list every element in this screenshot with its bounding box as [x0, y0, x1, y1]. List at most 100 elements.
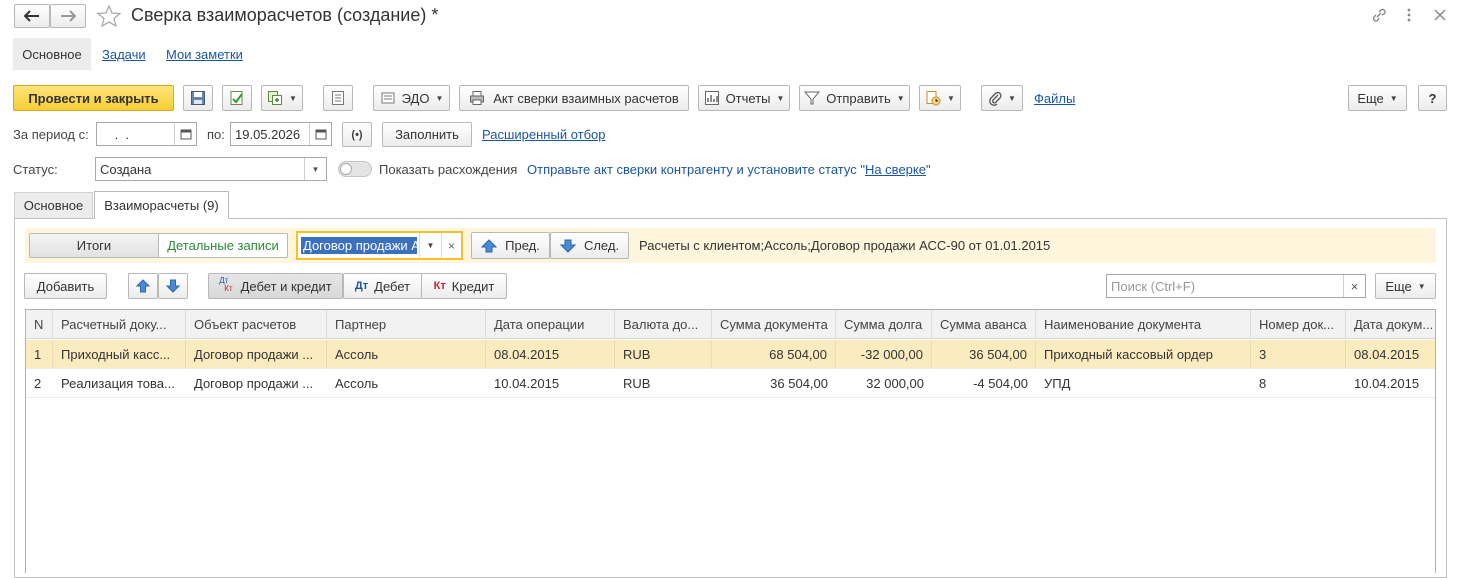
- column-header[interactable]: Партнер: [327, 310, 486, 339]
- table-cell: 08.04.2015: [1346, 340, 1435, 369]
- form-tab-main[interactable]: Основное: [14, 192, 93, 218]
- extended-filter-link[interactable]: Расширенный отбор: [482, 127, 606, 142]
- document-clock-icon: [926, 91, 941, 106]
- column-header[interactable]: Сумма аванса: [932, 310, 1036, 339]
- calendar-icon[interactable]: [309, 123, 331, 145]
- send-button[interactable]: Отправить ▼: [799, 85, 910, 111]
- column-header[interactable]: Дата операции: [486, 310, 615, 339]
- form-tab-settlements[interactable]: Взаиморасчеты (9): [94, 191, 229, 219]
- column-header[interactable]: N: [26, 310, 53, 339]
- move-down-button[interactable]: [158, 273, 188, 299]
- table-cell: 3: [1251, 340, 1346, 369]
- create-based-on-button[interactable]: ▼: [261, 85, 303, 111]
- back-button[interactable]: [14, 4, 50, 28]
- reports-button[interactable]: Отчеты ▼: [698, 85, 790, 111]
- close-icon[interactable]: [1434, 9, 1446, 21]
- period-select-button[interactable]: (•): [342, 122, 372, 147]
- arrow-right-icon: [61, 10, 76, 22]
- debit-credit-icon: Дт Кт: [219, 277, 232, 293]
- table-row[interactable]: 2 Реализация това... Договор продажи ... Ас…: [26, 369, 1435, 398]
- period-to-label: по:: [207, 127, 225, 142]
- search-input[interactable]: Поиск (Ctrl+F) ×: [1106, 274, 1366, 298]
- table-cell: 1: [26, 340, 53, 369]
- fill-button[interactable]: Заполнить: [382, 122, 472, 147]
- kt-abbr: Кт: [224, 284, 233, 293]
- window-menu-icon[interactable]: [1406, 7, 1412, 23]
- table-cell: УПД: [1044, 376, 1071, 391]
- attach-button[interactable]: ▼: [981, 85, 1023, 111]
- contract-select[interactable]: Договор продажи А ▼ ×: [296, 231, 463, 260]
- bookmark-button[interactable]: ▼: [919, 85, 961, 111]
- next-button[interactable]: След.: [550, 232, 629, 259]
- edo-button[interactable]: ЭДО ▼: [373, 85, 450, 111]
- nav-tab-main[interactable]: Основное: [13, 38, 91, 70]
- credit-button[interactable]: Кт Кредит: [421, 273, 507, 299]
- mode-totals-button[interactable]: Итоги: [30, 234, 159, 257]
- table-cell: RUB: [615, 340, 712, 369]
- column-header[interactable]: Номер док...: [1251, 310, 1346, 339]
- column-header[interactable]: Сумма долга: [836, 310, 932, 339]
- credit-label: Кредит: [451, 278, 495, 294]
- list-more-label: Еще: [1385, 278, 1412, 294]
- prev-button[interactable]: Пред.: [471, 232, 550, 259]
- settlements-table[interactable]: N Расчетный доку... Объект расчетов Партнер…: [25, 309, 1436, 573]
- list-more-button[interactable]: Еще ▼: [1375, 273, 1436, 299]
- add-button[interactable]: Добавить: [24, 273, 107, 299]
- edo-label: ЭДО: [401, 90, 430, 106]
- debit-button[interactable]: Дт Дебет: [343, 273, 422, 299]
- calendar-icon[interactable]: [174, 123, 196, 145]
- send-label: Отправить: [826, 90, 891, 106]
- post-and-close-button[interactable]: Провести и закрыть: [13, 85, 174, 111]
- favorite-star-icon[interactable]: [97, 5, 121, 27]
- table-header: N Расчетный доку... Объект расчетов Партнер…: [26, 310, 1435, 339]
- table-cell: Реализация това...: [61, 376, 175, 391]
- contract-value: Договор продажи А: [301, 237, 417, 254]
- period-from-field[interactable]: . .: [96, 122, 197, 146]
- mode-details-button[interactable]: Детальные записи: [159, 234, 287, 257]
- nav-tab-notes[interactable]: Мои заметки: [166, 47, 243, 62]
- status-select[interactable]: Создана ▼: [95, 157, 327, 181]
- chevron-down-icon: ▼: [896, 93, 905, 103]
- column-header[interactable]: Расчетный доку...: [53, 310, 186, 339]
- column-header[interactable]: Сумма документа: [712, 310, 836, 339]
- post-button[interactable]: [222, 85, 252, 111]
- chevron-down-icon[interactable]: ▼: [304, 158, 326, 180]
- link-icon[interactable]: [1371, 7, 1387, 23]
- nav-tab-tasks[interactable]: Задачи: [102, 47, 146, 62]
- reconciliation-act-button[interactable]: Акт сверки взаимных расчетов: [459, 85, 689, 111]
- clear-icon[interactable]: ×: [441, 233, 461, 258]
- prev-label: Пред.: [505, 238, 540, 253]
- status-hint-link[interactable]: На сверке: [865, 162, 926, 177]
- chevron-down-icon: ▼: [1008, 93, 1016, 103]
- column-header[interactable]: Наименование документа: [1036, 310, 1251, 339]
- table-cell: Приходный касс...: [53, 340, 186, 369]
- help-button[interactable]: ?: [1418, 85, 1447, 111]
- chevron-down-icon: ▼: [1389, 93, 1398, 103]
- table-row[interactable]: 1 Приходный касс... Договор продажи ... Асс…: [26, 340, 1435, 369]
- table-cell: 2: [34, 376, 42, 391]
- column-header[interactable]: Валюта до...: [615, 310, 712, 339]
- more-button[interactable]: Еще ▼: [1348, 85, 1407, 111]
- forward-button[interactable]: [50, 4, 86, 28]
- column-header[interactable]: Объект расчетов: [186, 310, 327, 339]
- fill-label: Заполнить: [395, 127, 459, 142]
- status-label: Статус:: [13, 162, 58, 177]
- list-view-button[interactable]: [323, 85, 353, 111]
- chevron-down-icon[interactable]: ▼: [419, 233, 441, 258]
- table-cell: 32 000,00: [866, 376, 924, 391]
- debit-credit-button[interactable]: Дт Кт Дебет и кредит: [208, 273, 343, 299]
- move-up-button[interactable]: [128, 273, 158, 299]
- save-button[interactable]: [183, 85, 213, 111]
- clear-search-icon[interactable]: ×: [1343, 275, 1365, 297]
- show-diff-toggle[interactable]: [338, 161, 372, 177]
- post-document-icon: [230, 91, 243, 105]
- printer-icon: [470, 91, 485, 105]
- column-header[interactable]: Дата докум...: [1346, 310, 1435, 339]
- table-cell: -32 000,00: [836, 340, 932, 369]
- search-placeholder: Поиск (Ctrl+F): [1111, 278, 1196, 294]
- files-link[interactable]: Файлы: [1034, 91, 1075, 106]
- add-label: Добавить: [36, 278, 95, 294]
- toggle-knob: [340, 163, 352, 175]
- period-to-field[interactable]: 19.05.2026: [230, 122, 332, 146]
- window-title: Сверка взаиморасчетов (создание) *: [131, 5, 439, 25]
